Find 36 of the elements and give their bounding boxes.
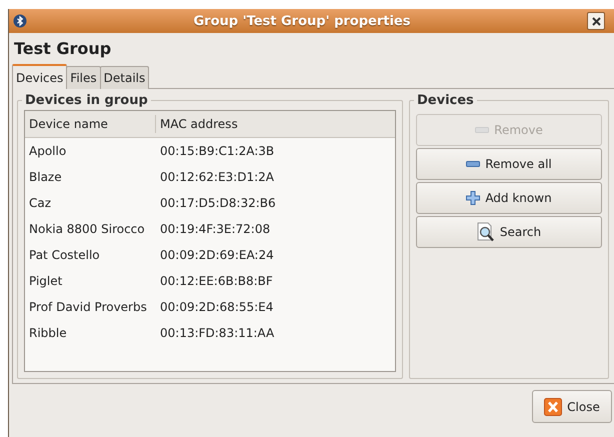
tab[interactable]: Files xyxy=(66,66,101,89)
table-cell-text: 00:12:62:E3:D1:2A xyxy=(159,170,274,184)
table-cell-text: 00:17:D5:D8:32:B6 xyxy=(159,196,276,210)
frame-title: Devices in group xyxy=(24,93,149,108)
window-title: Group 'Test Group' properties xyxy=(192,14,412,28)
table-cell-text: Pat Costello xyxy=(28,247,101,264)
table-cell-text: 00:12:EE:6B:B8:BF xyxy=(159,274,273,288)
table-cell-text: Nokia 8800 Sirocco xyxy=(28,221,146,238)
close-icon xyxy=(544,398,562,416)
action-button[interactable]: Add known xyxy=(416,182,602,214)
tab[interactable]: Devices xyxy=(12,64,68,89)
table-cell-text: Blaze xyxy=(28,169,63,186)
column-header[interactable]: Device name xyxy=(25,115,156,133)
close-icon[interactable] xyxy=(587,12,605,30)
table-cell-text: 00:15:B9:C1:2A:3B xyxy=(159,144,274,158)
table-cell-text: 00:13:FD:83:11:AA xyxy=(159,326,274,340)
tab[interactable]: Details xyxy=(100,66,150,89)
table-cell-text: Ribble xyxy=(28,325,68,342)
bluetooth-icon xyxy=(13,14,27,28)
table-cell-text: 00:09:2D:68:55:E4 xyxy=(159,300,274,314)
minus-icon xyxy=(466,161,480,167)
table-cell-text: 00:09:2D:69:EA:24 xyxy=(159,248,274,262)
magnifier-icon xyxy=(476,222,495,242)
frame-title: Devices xyxy=(416,93,475,108)
search-button[interactable]: Search xyxy=(416,216,602,248)
plus-icon xyxy=(466,191,480,205)
table-cell-text: Piglet xyxy=(28,273,64,290)
table-cell-text: Caz xyxy=(28,195,52,212)
action-button[interactable]: Remove all xyxy=(416,148,602,180)
table-cell-text: Apollo xyxy=(28,143,68,160)
table-cell-text: Prof David Proverbs xyxy=(28,299,148,316)
table-cell-text: 00:19:4F:3E:72:08 xyxy=(159,222,270,236)
column-header[interactable]: MAC address xyxy=(156,115,238,133)
group-heading: Test Group xyxy=(14,39,112,58)
minus-icon xyxy=(475,127,490,133)
close-button[interactable]: Close xyxy=(532,390,612,423)
